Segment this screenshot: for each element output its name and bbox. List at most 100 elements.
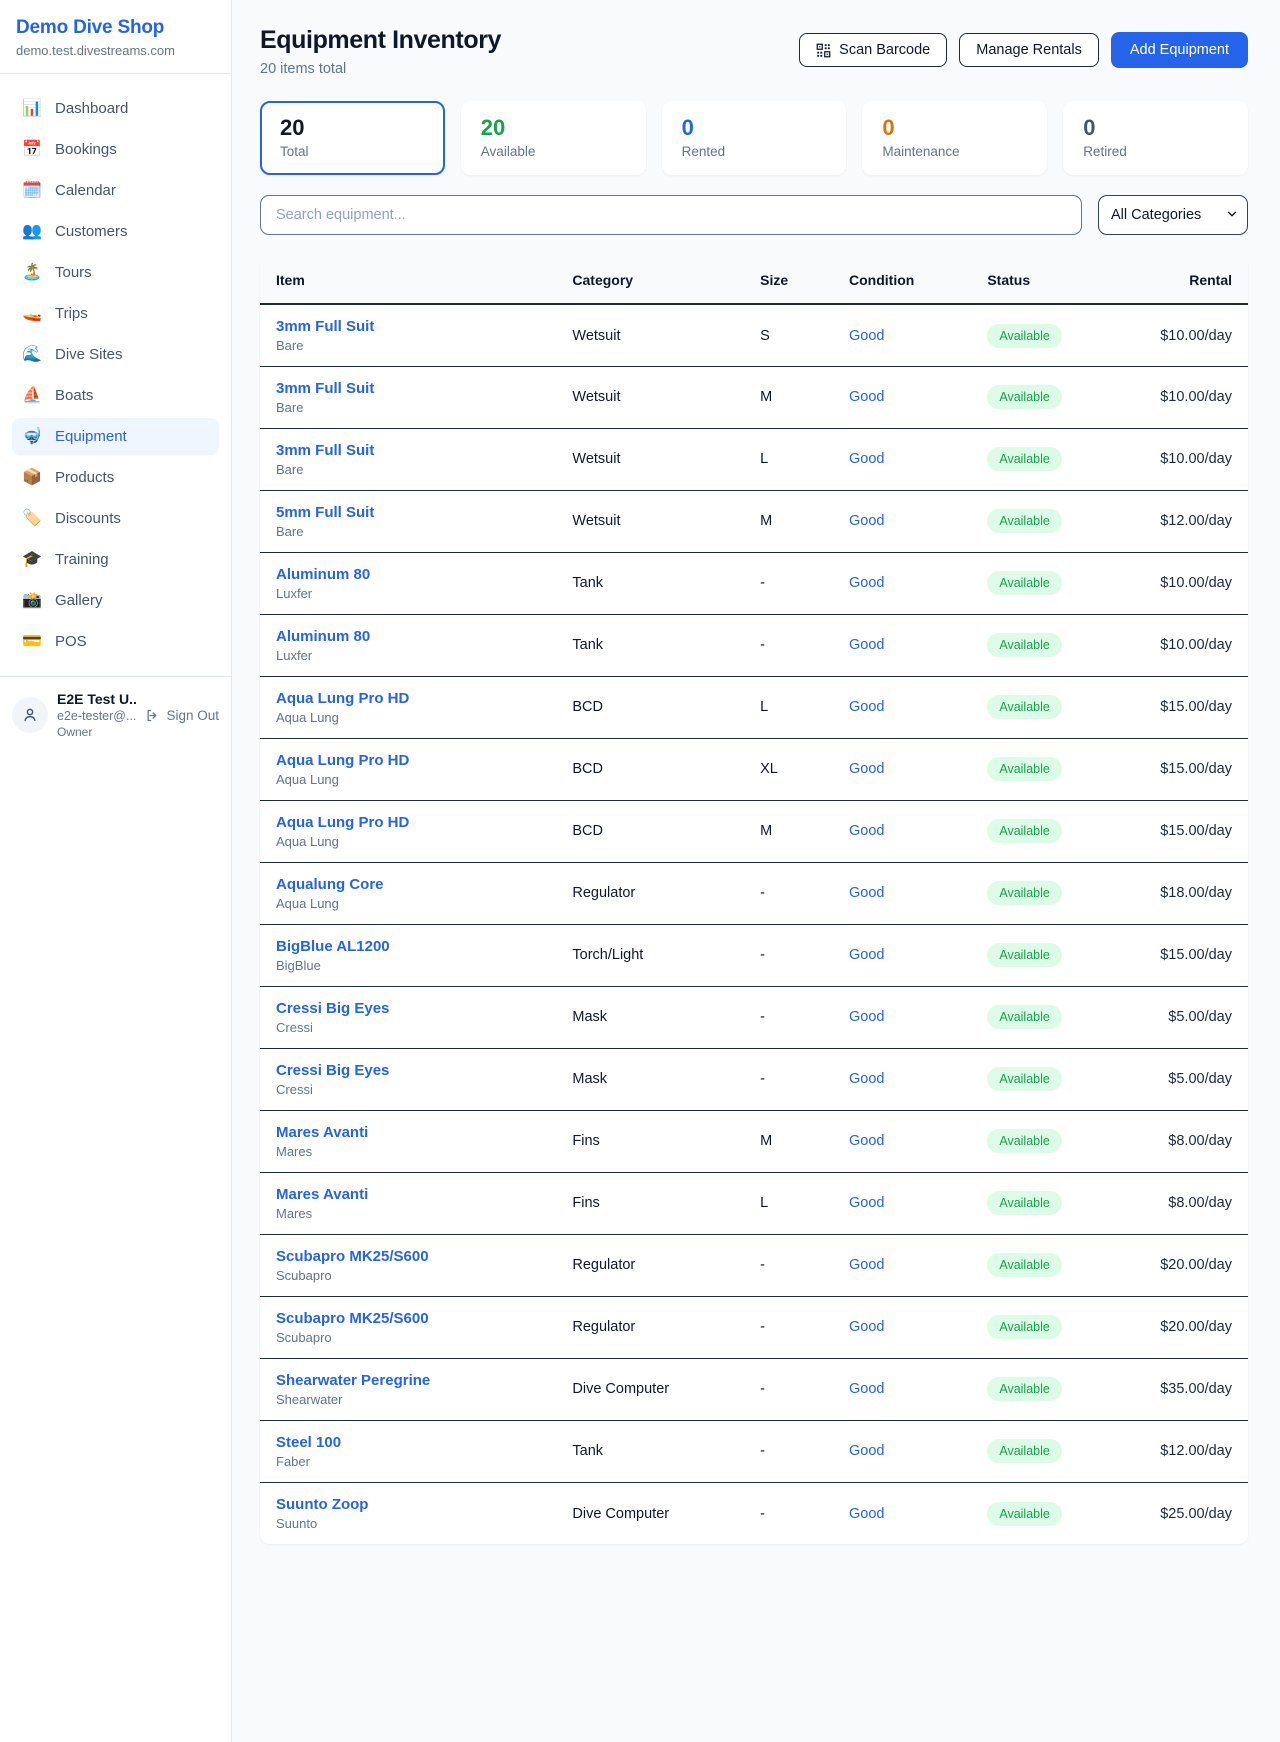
sidebar-item-tours[interactable]: 🏝️Tours (12, 254, 219, 291)
sidebar-item-trips[interactable]: 🚤Trips (12, 295, 219, 332)
item-name-link[interactable]: Aluminum 80 (276, 566, 540, 583)
search-input[interactable] (260, 195, 1082, 235)
cell-category: Wetsuit (556, 304, 744, 366)
sidebar-item-training[interactable]: 🎓Training (12, 541, 219, 578)
cell-status: Available (971, 1296, 1109, 1358)
cell-condition: Good (833, 304, 971, 366)
table-row: Scubapro MK25/S600ScubaproRegulator-Good… (260, 1234, 1248, 1296)
status-badge: Available (987, 1315, 1062, 1339)
sign-out-button[interactable]: Sign Out (145, 708, 219, 723)
item-brand: Aqua Lung (276, 834, 540, 849)
cell-size: M (744, 1110, 833, 1172)
cell-item: Suunto ZoopSuunto (260, 1482, 556, 1544)
item-name-link[interactable]: Aqualung Core (276, 876, 540, 893)
cell-item: Scubapro MK25/S600Scubapro (260, 1234, 556, 1296)
item-name-link[interactable]: Aluminum 80 (276, 628, 540, 645)
cell-category: Wetsuit (556, 490, 744, 552)
item-name-link[interactable]: Mares Avanti (276, 1186, 540, 1203)
table-row: Suunto ZoopSuuntoDive Computer-GoodAvail… (260, 1482, 1248, 1544)
item-name-link[interactable]: Scubapro MK25/S600 (276, 1310, 540, 1327)
item-name-link[interactable]: Steel 100 (276, 1434, 540, 1451)
item-brand: Faber (276, 1454, 540, 1469)
tag-icon: 🏷️ (22, 511, 42, 527)
cell-rental: $10.00/day (1110, 304, 1248, 366)
cell-item: Mares AvantiMares (260, 1110, 556, 1172)
item-name-link[interactable]: BigBlue AL1200 (276, 938, 540, 955)
page-header: Equipment Inventory 20 items total (260, 26, 1248, 77)
item-name-link[interactable]: Mares Avanti (276, 1124, 540, 1141)
cell-rental: $15.00/day (1110, 924, 1248, 986)
table-row: Aluminum 80LuxferTank-GoodAvailable$10.0… (260, 552, 1248, 614)
sidebar-item-label: Bookings (55, 141, 117, 158)
cell-condition: Good (833, 1358, 971, 1420)
status-badge: Available (987, 1253, 1062, 1277)
people-icon: 👥 (22, 224, 42, 240)
cell-status: Available (971, 1172, 1109, 1234)
stat-label: Retired (1083, 144, 1228, 159)
status-badge: Available (987, 509, 1062, 533)
sidebar-item-bookings[interactable]: 📅Bookings (12, 131, 219, 168)
item-name-link[interactable]: Scubapro MK25/S600 (276, 1248, 540, 1265)
cell-size: - (744, 1234, 833, 1296)
item-name-link[interactable]: Cressi Big Eyes (276, 1000, 540, 1017)
cell-rental: $5.00/day (1110, 986, 1248, 1048)
sidebar-item-discounts[interactable]: 🏷️Discounts (12, 500, 219, 537)
sidebar-item-calendar[interactable]: 🗓️Calendar (12, 172, 219, 209)
cell-size: - (744, 862, 833, 924)
cell-size: M (744, 800, 833, 862)
manage-rentals-button[interactable]: Manage Rentals (959, 33, 1099, 67)
item-name-link[interactable]: 3mm Full Suit (276, 380, 540, 397)
sidebar-item-pos[interactable]: 💳POS (12, 623, 219, 660)
item-name-link[interactable]: Shearwater Peregrine (276, 1372, 540, 1389)
cell-size: XL (744, 738, 833, 800)
sidebar-item-dashboard[interactable]: 📊Dashboard (12, 90, 219, 127)
cell-condition: Good (833, 614, 971, 676)
stat-card-total[interactable]: 20Total (260, 101, 445, 175)
item-brand: Bare (276, 462, 540, 477)
table-row: Scubapro MK25/S600ScubaproRegulator-Good… (260, 1296, 1248, 1358)
avatar (12, 697, 48, 733)
cell-status: Available (971, 862, 1109, 924)
cell-category: Fins (556, 1172, 744, 1234)
sidebar-item-boats[interactable]: ⛵Boats (12, 377, 219, 414)
item-brand: BigBlue (276, 958, 540, 973)
add-equipment-button[interactable]: Add Equipment (1111, 32, 1248, 68)
cell-size: M (744, 490, 833, 552)
cell-condition: Good (833, 800, 971, 862)
sidebar-item-dive-sites[interactable]: 🌊Dive Sites (12, 336, 219, 373)
status-badge: Available (987, 819, 1062, 843)
sidebar-item-gallery[interactable]: 📸Gallery (12, 582, 219, 619)
stat-card-available[interactable]: 20Available (461, 101, 646, 175)
cell-category: Fins (556, 1110, 744, 1172)
sidebar-item-customers[interactable]: 👥Customers (12, 213, 219, 250)
cell-rental: $8.00/day (1110, 1110, 1248, 1172)
stat-card-maintenance[interactable]: 0Maintenance (862, 101, 1047, 175)
column-header-condition: Condition (833, 257, 971, 304)
item-name-link[interactable]: 3mm Full Suit (276, 442, 540, 459)
cell-size: - (744, 986, 833, 1048)
item-name-link[interactable]: Cressi Big Eyes (276, 1062, 540, 1079)
app-root: Demo Dive Shop demo.test.divestreams.com… (0, 0, 1280, 1742)
item-name-link[interactable]: Suunto Zoop (276, 1496, 540, 1513)
item-name-link[interactable]: Aqua Lung Pro HD (276, 814, 540, 831)
item-brand: Luxfer (276, 586, 540, 601)
sidebar-item-products[interactable]: 📦Products (12, 459, 219, 496)
item-name-link[interactable]: Aqua Lung Pro HD (276, 752, 540, 769)
cell-rental: $10.00/day (1110, 614, 1248, 676)
cell-status: Available (971, 552, 1109, 614)
stat-card-rented[interactable]: 0Rented (662, 101, 847, 175)
sidebar-item-equipment[interactable]: 🤿Equipment (12, 418, 219, 455)
item-brand: Scubapro (276, 1330, 540, 1345)
stat-card-retired[interactable]: 0Retired (1063, 101, 1248, 175)
item-brand: Cressi (276, 1020, 540, 1035)
cell-status: Available (971, 1234, 1109, 1296)
item-name-link[interactable]: 5mm Full Suit (276, 504, 540, 521)
category-filter[interactable]: All Categories (1098, 195, 1248, 235)
cell-rental: $10.00/day (1110, 552, 1248, 614)
scan-barcode-button[interactable]: Scan Barcode (799, 33, 947, 67)
item-name-link[interactable]: Aqua Lung Pro HD (276, 690, 540, 707)
item-name-link[interactable]: 3mm Full Suit (276, 318, 540, 335)
cell-category: BCD (556, 676, 744, 738)
brand-name[interactable]: Demo Dive Shop (16, 17, 215, 39)
brand-domain: demo.test.divestreams.com (16, 43, 215, 58)
